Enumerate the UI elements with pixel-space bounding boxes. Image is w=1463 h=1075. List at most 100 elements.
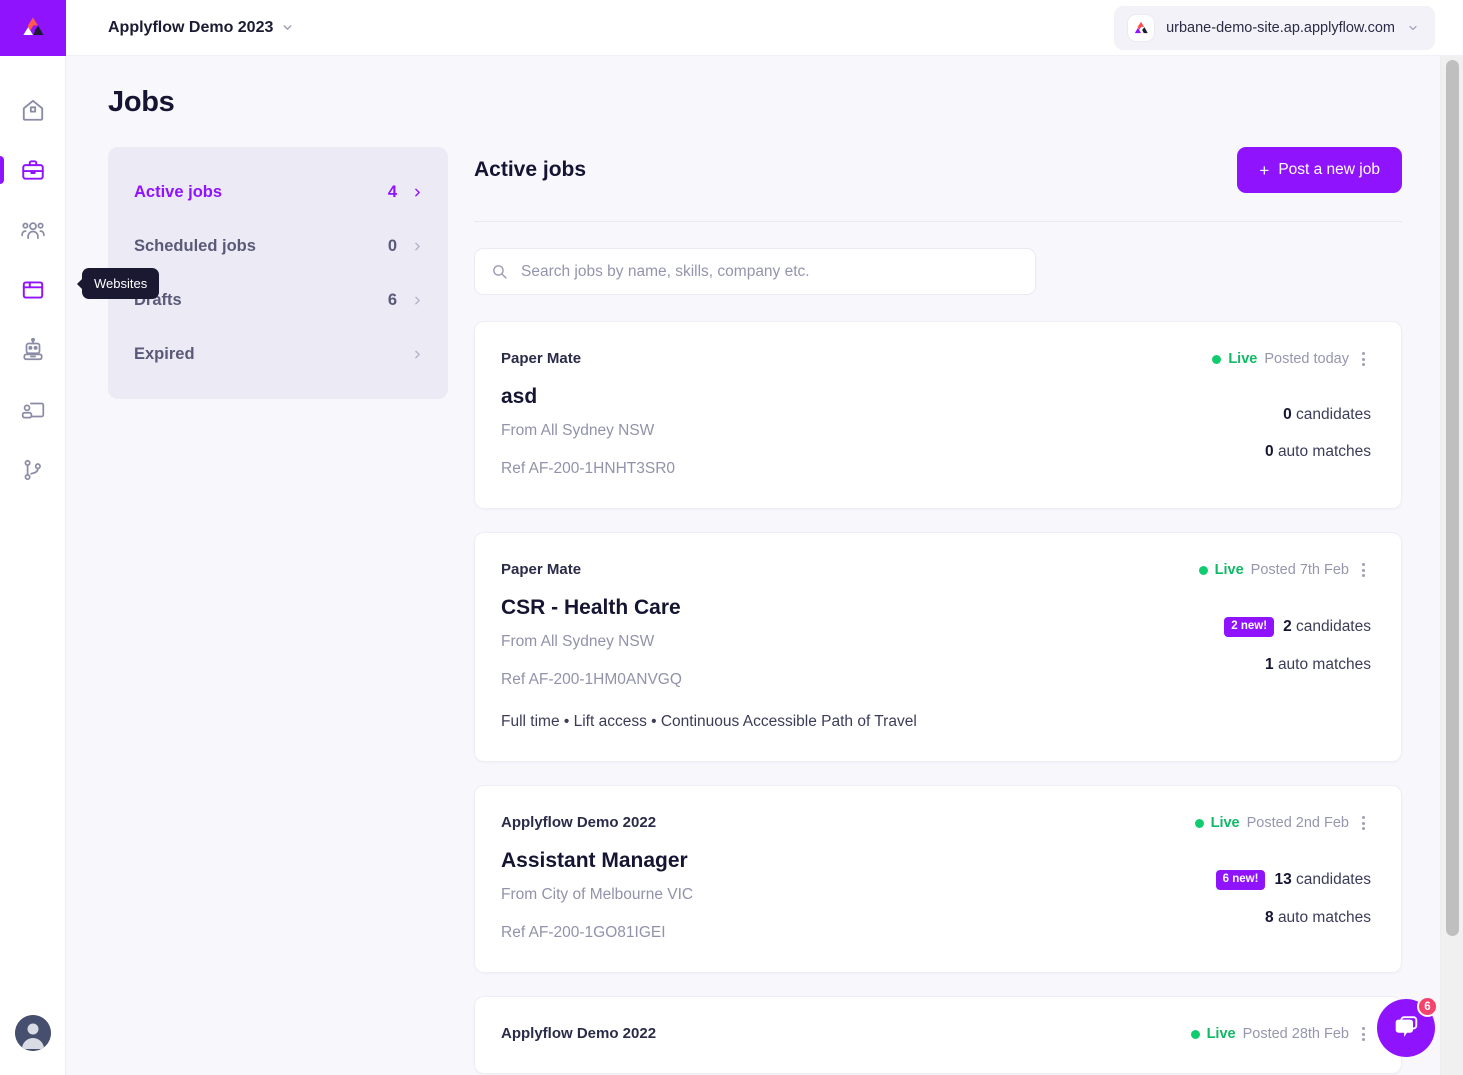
job-card-stats: 6 new! 13 candidates 8 auto matches bbox=[1215, 832, 1371, 927]
filter-active-jobs[interactable]: Active jobs 4 bbox=[134, 165, 424, 219]
search-input[interactable] bbox=[521, 262, 1019, 281]
site-selector[interactable]: urbane-demo-site.ap.applyflow.com bbox=[1114, 5, 1435, 50]
filter-right: 6 bbox=[388, 291, 424, 310]
sidebar-item-workflows[interactable] bbox=[0, 440, 66, 500]
jobs-filter-panel: Active jobs 4 Scheduled jobs 0 Drafts 6 … bbox=[108, 147, 448, 399]
chevron-right-icon bbox=[411, 240, 424, 253]
auto-matches-stat: 8 auto matches bbox=[1216, 909, 1371, 927]
job-options-menu-icon[interactable] bbox=[1356, 1025, 1371, 1043]
job-tags: Full time • Lift access • Continuous Acc… bbox=[501, 713, 917, 730]
job-ref: Ref AF-200-1HM0ANVGQ bbox=[501, 671, 682, 688]
chevron-right-icon bbox=[411, 294, 424, 307]
job-card[interactable]: Applyflow Demo 2022 Live Posted 28th Feb bbox=[474, 996, 1402, 1074]
job-posted-date: Posted 7th Feb bbox=[1250, 562, 1349, 578]
job-company: Applyflow Demo 2022 bbox=[501, 814, 657, 831]
job-card-stats: 0 candidates 0 auto matches bbox=[1265, 368, 1371, 461]
plus-icon: + bbox=[1259, 160, 1270, 180]
page-title: Jobs bbox=[108, 86, 175, 118]
filter-count: 6 bbox=[387, 290, 397, 309]
app-root: Websites Applyflow Demo 2023 urbane-demo… bbox=[0, 0, 1463, 1075]
job-card-left: asd From All Sydney NSW Ref AF-200-1HNHT… bbox=[501, 368, 675, 478]
filter-right bbox=[411, 348, 424, 361]
job-card[interactable]: Paper Mate Live Posted today asd From Al… bbox=[474, 321, 1402, 509]
git-branch-icon bbox=[24, 459, 41, 481]
filter-label: Expired bbox=[134, 344, 195, 363]
candidates-text: 13 candidates bbox=[1274, 871, 1371, 889]
avatar[interactable] bbox=[14, 1015, 51, 1051]
filter-count: 0 bbox=[387, 236, 397, 255]
filter-expired[interactable]: Expired bbox=[134, 327, 424, 381]
status-dot-icon bbox=[1212, 354, 1222, 364]
job-status-group: Live Posted 28th Feb bbox=[1190, 1025, 1371, 1043]
vertical-scrollbar[interactable] bbox=[1440, 56, 1463, 1075]
filter-drafts[interactable]: Drafts 6 bbox=[134, 273, 424, 327]
candidates-stat: 6 new! 13 candidates bbox=[1215, 870, 1371, 890]
sidebar-item-candidates[interactable] bbox=[0, 200, 66, 260]
filter-label: Scheduled jobs bbox=[134, 236, 256, 255]
page-content: Jobs Active jobs 4 Scheduled jobs 0 Draf… bbox=[66, 56, 1440, 1075]
auto-matches-count: 1 bbox=[1265, 655, 1274, 673]
job-ref: Ref AF-200-1GO81IGEI bbox=[501, 924, 666, 941]
job-title: CSR - Health Care bbox=[501, 596, 681, 619]
search-box[interactable] bbox=[474, 248, 1036, 295]
rail-items bbox=[0, 80, 66, 500]
job-options-menu-icon[interactable] bbox=[1356, 814, 1371, 832]
job-location: From All Sydney NSW bbox=[501, 633, 655, 650]
candidates-stat: 0 candidates bbox=[1265, 406, 1371, 424]
job-title: Assistant Manager bbox=[501, 849, 688, 872]
job-posted-date: Posted 2nd Feb bbox=[1246, 815, 1349, 831]
candidates-label: candidates bbox=[1296, 617, 1371, 635]
job-card-header: Applyflow Demo 2022 Live Posted 2nd Feb bbox=[501, 814, 1371, 832]
auto-matches-count: 8 bbox=[1265, 908, 1274, 926]
sidebar-item-jobs[interactable] bbox=[0, 140, 66, 200]
job-status-group: Live Posted 2nd Feb bbox=[1194, 814, 1371, 832]
sidebar-item-contacts[interactable] bbox=[0, 380, 66, 440]
post-a-new-job-button[interactable]: + Post a new job bbox=[1237, 147, 1402, 193]
job-title: asd bbox=[501, 385, 538, 408]
applyflow-logo[interactable] bbox=[0, 0, 66, 56]
candidates-count: 13 bbox=[1274, 870, 1292, 888]
auto-matches-count: 0 bbox=[1265, 443, 1274, 460]
columns: Active jobs 4 Scheduled jobs 0 Drafts 6 … bbox=[108, 147, 1402, 1075]
sidebar-item-websites[interactable] bbox=[0, 260, 66, 320]
status-badge: Live bbox=[1228, 351, 1258, 367]
robot-icon bbox=[22, 337, 43, 361]
job-options-menu-icon[interactable] bbox=[1356, 561, 1371, 579]
chat-bubble-icon bbox=[1395, 1016, 1418, 1037]
job-card-header: Paper Mate Live Posted today bbox=[501, 350, 1371, 368]
filter-scheduled-jobs[interactable]: Scheduled jobs 0 bbox=[134, 219, 424, 273]
filter-count: 4 bbox=[387, 182, 397, 201]
main-region: Applyflow Demo 2023 urbane-demo-site.ap.… bbox=[66, 0, 1463, 1075]
candidates-count: 0 bbox=[1283, 406, 1292, 423]
sidebar-item-automation[interactable] bbox=[0, 320, 66, 380]
candidates-label: candidates bbox=[1296, 870, 1371, 888]
scrollbar-thumb[interactable] bbox=[1446, 60, 1459, 936]
auto-matches-label: auto matches bbox=[1277, 443, 1371, 460]
job-card[interactable]: Applyflow Demo 2022 Live Posted 2nd Feb bbox=[474, 785, 1402, 973]
sidebar-item-dashboard[interactable] bbox=[0, 80, 66, 140]
status-badge: Live bbox=[1206, 1026, 1236, 1042]
filter-right: 0 bbox=[388, 237, 424, 256]
chat-widget-button[interactable]: 6 bbox=[1377, 996, 1438, 1057]
candidates-stat: 2 new! 2 candidates bbox=[1224, 617, 1371, 637]
user-card-icon bbox=[21, 402, 44, 419]
post-button-label: Post a new job bbox=[1278, 161, 1380, 178]
status-dot-icon bbox=[1190, 1029, 1200, 1039]
jobs-main: Active jobs + Post a new job Search jobs… bbox=[474, 147, 1402, 1075]
job-card-header: Paper Mate Live Posted 7th Feb bbox=[501, 561, 1371, 579]
auto-matches-label: auto matches bbox=[1277, 655, 1371, 673]
filter-right: 4 bbox=[388, 183, 424, 202]
account-switcher[interactable]: Applyflow Demo 2023 bbox=[108, 19, 294, 37]
chat-unread-badge: 6 bbox=[1417, 996, 1438, 1017]
auto-matches-text: 8 auto matches bbox=[1265, 909, 1371, 927]
job-status-group: Live Posted today bbox=[1212, 350, 1371, 368]
job-posted-date: Posted today bbox=[1264, 351, 1349, 367]
job-card[interactable]: Paper Mate Live Posted 7th Feb CSR - Hea… bbox=[474, 532, 1402, 762]
candidates-text: 2 candidates bbox=[1283, 618, 1371, 636]
site-domain: urbane-demo-site.ap.applyflow.com bbox=[1166, 19, 1395, 36]
people-icon bbox=[20, 222, 45, 239]
job-posted-date: Posted 28th Feb bbox=[1242, 1026, 1349, 1042]
auto-matches-text: 0 auto matches bbox=[1265, 443, 1371, 461]
status-dot-icon bbox=[1198, 565, 1208, 575]
job-options-menu-icon[interactable] bbox=[1356, 350, 1371, 368]
